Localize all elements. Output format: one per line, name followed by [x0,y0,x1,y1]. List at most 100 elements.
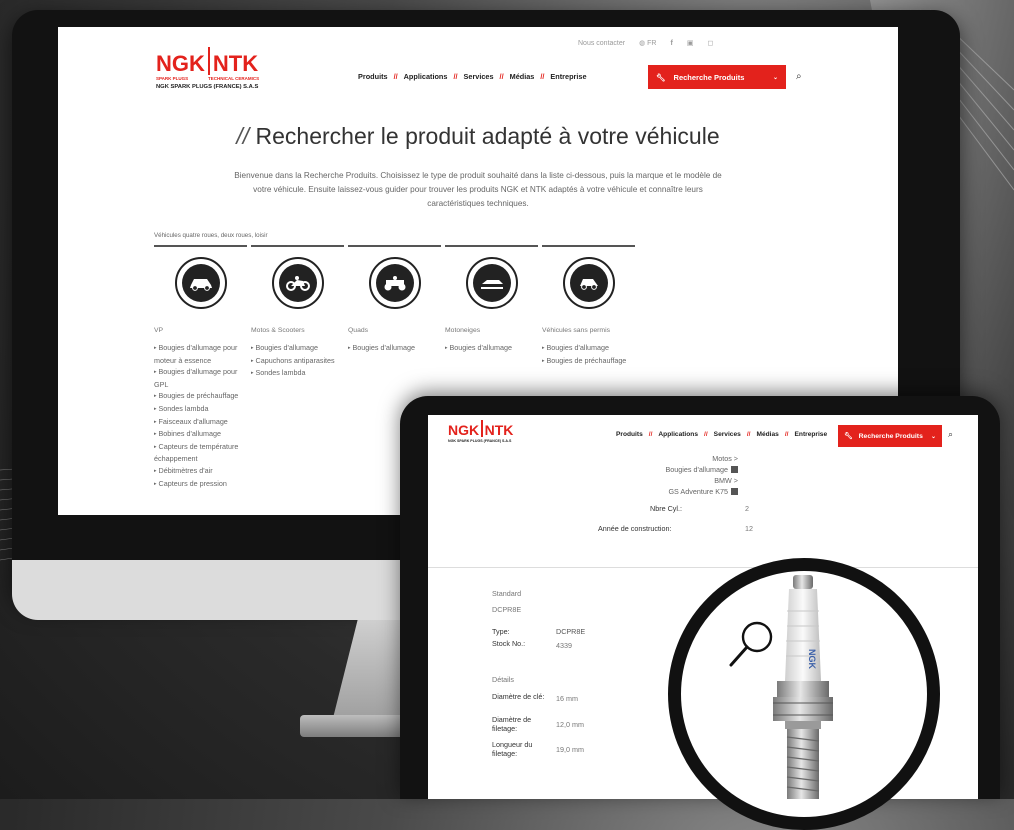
category-product-list: Bougies d'allumage pour moteur à essence… [154,342,247,490]
type-value: DCPR8E [556,627,586,636]
microcar-icon [579,279,598,290]
nav-item-applications[interactable]: Applications [658,431,698,438]
instagram-icon[interactable]: ◻ [707,39,713,47]
nav-item-mdias[interactable]: Médias [510,72,535,81]
quad-icon [384,276,405,291]
nav-separator: // [453,72,458,81]
language-selector[interactable]: ◍ FR [639,39,656,47]
nav-item-produits[interactable]: Produits [616,431,643,438]
product-search-button[interactable]: 🔧︎ Recherche Produits ⌄ [648,65,786,89]
motorcycle-icon [285,276,310,291]
magnifier-lens: NGK [668,558,940,830]
breadcrumb-step[interactable]: GS Adventure K75 [628,486,738,497]
category-motoneiges[interactable]: Motoneiges Bougies d'allumage [445,245,538,355]
category-name: VP [154,327,164,334]
category-product-link[interactable]: Bougies de préchauffage [154,390,247,403]
category-product-link[interactable]: Capuchons antiparasites [251,355,344,368]
search-icon[interactable]: ⌕ [796,71,802,82]
car-icon [189,279,212,291]
type-label: Type: [492,627,510,636]
chevron-down-icon: ⌄ [772,74,778,81]
page-title: // Rechercher le produit adapté à votre … [58,123,898,150]
snowmobile-icon [480,280,503,289]
logo-ntk: NTK [212,51,259,76]
column-rule [154,245,247,247]
spec-value-year: 12 [745,524,753,533]
breadcrumb-label: Bougies d'allumage [665,465,728,474]
category-name: Véhicules sans permis [542,327,610,334]
wrench-icon: 🔧︎ [844,433,853,440]
category-icon-frame [368,257,421,309]
category-name: Motoneiges [445,327,481,334]
category-product-link[interactable]: Bougies de préchauffage [542,355,635,368]
search-button-label: Recherche Produits [858,432,923,440]
nav-item-entreprise[interactable]: Entreprise [550,72,586,81]
category-icon-frame [174,257,227,309]
column-rule [542,245,635,247]
spec-label-year: Année de construction: [598,524,672,533]
contact-link[interactable]: Nous contacter [578,40,625,47]
logo-ntk: NTK [484,422,514,438]
edit-icon[interactable] [731,466,738,473]
category-product-link[interactable]: Bougies d'allumage pour GPL [154,366,247,390]
category-vp[interactable]: VP Bougies d'allumage pour moteur à esse… [154,245,247,490]
tablet-logo[interactable]: NGK NTK NGK SPARK PLUGS (FRANCE) S.A.S [448,420,513,443]
detail-label: Diamètre de clé: [492,692,545,701]
nav-item-applications[interactable]: Applications [404,72,448,81]
logo-sub-b: TECHNICAL CERAMICS [208,76,260,81]
spark-plug-image: NGK [773,575,833,799]
column-rule [445,245,538,247]
vehicle-breadcrumb: Motos > Bougies d'allumage BMW > GS Adve… [628,453,738,497]
search-button-label: Recherche Produits [673,72,745,82]
tablet-product-search-button[interactable]: 🔧︎ Recherche Produits ⌄ [838,425,942,447]
category-product-link[interactable]: Bougies d'allumage [251,342,344,355]
nav-item-services[interactable]: Services [464,72,494,81]
title-slash: // [236,123,250,149]
category-caption: Véhicules quatre roues, deux roues, lois… [154,232,268,239]
youtube-icon[interactable]: ▣ [687,39,694,47]
category-icon-frame [465,257,518,309]
nav-item-entreprise[interactable]: Entreprise [795,431,828,438]
stock-label: Stock No.: [492,639,526,648]
category-product-link[interactable]: Sondes lambda [154,403,247,416]
category-quads[interactable]: Quads Bougies d'allumage [348,245,441,355]
logo-company: NGK SPARK PLUGS (FRANCE) S.A.S [448,439,512,443]
category-product-link[interactable]: Capteurs de pression [154,478,247,491]
intro-paragraph: Bienvenue dans la Recherche Produits. Ch… [234,171,722,208]
logo-company: NGK SPARK PLUGS (FRANCE) S.A.S [156,84,259,90]
nav-item-mdias[interactable]: Médias [756,431,778,438]
nav-item-produits[interactable]: Produits [358,72,388,81]
nav-item-services[interactable]: Services [714,431,741,438]
search-icon[interactable]: ⌕ [948,429,953,440]
category-product-link[interactable]: Capteurs de température échappement [154,441,247,465]
category-product-link[interactable]: Bougies d'allumage [445,342,538,355]
category-product-link[interactable]: Débitmètres d'air [154,465,247,478]
logo-divider [481,420,483,437]
category-product-link[interactable]: Sondes lambda [251,367,344,380]
category-product-link[interactable]: Faisceaux d'allumage [154,416,247,429]
breadcrumb-step[interactable]: Bougies d'allumage [628,464,738,475]
category-name: Quads [348,327,369,334]
category-product-link[interactable]: Bobines d'allumage [154,428,247,441]
nav-separator: // [648,431,653,438]
edit-icon[interactable] [731,488,738,495]
category-motos[interactable]: Motos & Scooters Bougies d'allumageCapuc… [251,245,344,380]
product-section: Standard [492,589,522,598]
globe-icon: ◍ [639,40,646,47]
category-product-link[interactable]: Bougies d'allumage pour moteur à essence [154,342,247,366]
detail-value: 19,0 mm [556,745,584,754]
magnifier-icon [729,621,773,667]
stock-value: 4339 [556,641,572,650]
breadcrumb-step: BMW > [714,476,738,485]
category-sans-permis[interactable]: Véhicules sans permis Bougies d'allumage… [542,245,635,367]
logo-sub-a: SPARK PLUGS [156,76,189,81]
site-logo[interactable]: NGK NTK SPARK PLUGS TECHNICAL CERAMICS N… [156,47,259,90]
breadcrumb-step: Motos > [712,454,738,463]
category-product-link[interactable]: Bougies d'allumage [348,342,441,355]
category-product-link[interactable]: Bougies d'allumage [542,342,635,355]
nav-separator: // [540,72,545,81]
title-text: Rechercher le produit adapté à votre véh… [255,123,720,149]
facebook-icon[interactable]: f [671,40,673,47]
category-icon-frame [271,257,324,309]
top-utility-bar: Nous contacter ◍ FR f ▣ ◻ [578,39,713,48]
